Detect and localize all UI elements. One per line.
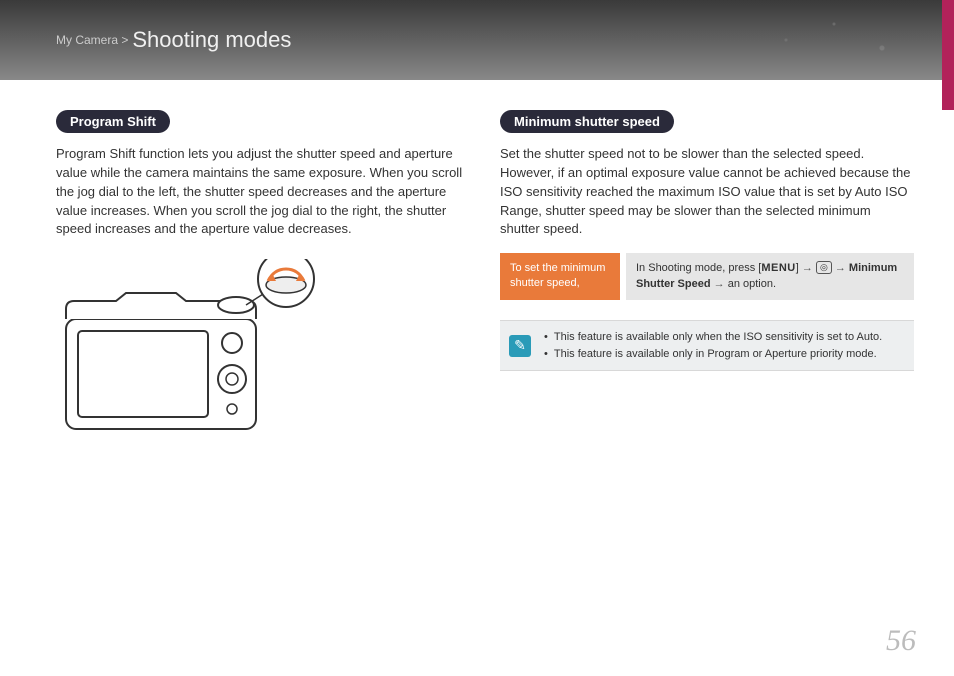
instruction-label: To set the minimum shutter speed, xyxy=(500,253,620,300)
section-tab xyxy=(942,0,954,110)
camera-jog-dial-illustration xyxy=(56,259,316,449)
right-column: Minimum shutter speed Set the shutter sp… xyxy=(500,110,914,454)
page-number: 56 xyxy=(886,624,916,658)
note-item: This feature is available only in Progra… xyxy=(544,346,904,363)
arrow-icon: → xyxy=(714,278,725,290)
note-item: This feature is available only when the … xyxy=(544,329,904,346)
note-box: ✎ This feature is available only when th… xyxy=(500,320,914,371)
camera-settings-icon: ◎ xyxy=(816,261,832,274)
page-header: My Camera > Shooting modes xyxy=(0,0,954,80)
note-icon-cell: ✎ xyxy=(500,321,540,370)
page-content: Program Shift Program Shift function let… xyxy=(0,80,954,484)
note-pen-icon: ✎ xyxy=(509,335,531,357)
program-shift-description: Program Shift function lets you adjust t… xyxy=(56,145,470,239)
instruction-row: To set the minimum shutter speed, In Sho… xyxy=(500,253,914,300)
instruction-text-suffix: an option. xyxy=(725,278,776,290)
section-heading-program-shift: Program Shift xyxy=(56,110,170,133)
breadcrumb: My Camera > xyxy=(56,33,128,47)
page-title: Shooting modes xyxy=(132,27,291,53)
arrow-icon: → xyxy=(835,262,846,274)
min-shutter-description: Set the shutter speed not to be slower t… xyxy=(500,145,914,239)
arrow-icon: → xyxy=(802,262,813,274)
instruction-steps: In Shooting mode, press [MENU] → ◎ → Min… xyxy=(626,253,914,300)
left-column: Program Shift Program Shift function let… xyxy=(56,110,470,454)
section-heading-min-shutter: Minimum shutter speed xyxy=(500,110,674,133)
menu-button-label: MENU xyxy=(761,262,795,274)
note-list: This feature is available only when the … xyxy=(540,321,914,370)
instruction-text-prefix: In Shooting mode, press [ xyxy=(636,262,761,274)
